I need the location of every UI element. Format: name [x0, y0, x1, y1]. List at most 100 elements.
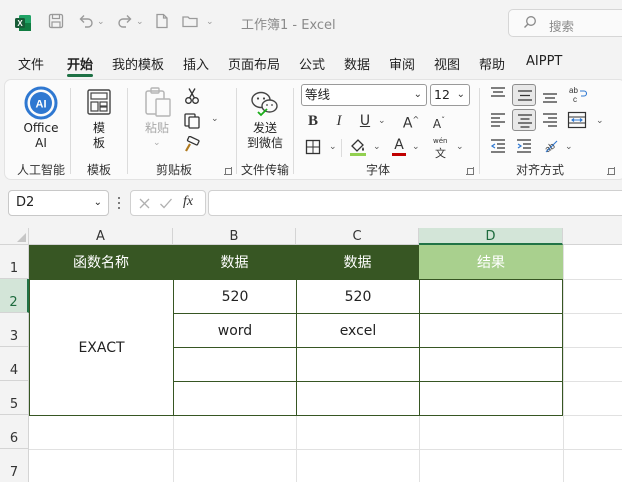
decrease-font-size-icon[interactable]: Aˇ [430, 112, 448, 133]
font-color-icon[interactable]: A [392, 137, 406, 156]
italic-icon[interactable]: I [332, 112, 346, 130]
svg-text:ab: ab [569, 86, 578, 95]
cell-d1[interactable]: 结果 [419, 245, 563, 279]
row-header-1[interactable]: 1 [0, 245, 29, 279]
menu-view[interactable]: 视图 [434, 54, 460, 73]
align-bottom-icon[interactable] [541, 88, 559, 104]
align-middle-button[interactable] [512, 84, 536, 106]
fill-color-dropdown-icon[interactable]: ⌄ [373, 142, 381, 152]
menu-my-templates[interactable]: 我的模板 [112, 54, 164, 73]
menu-home[interactable]: 开始 [67, 54, 93, 73]
row-header-2[interactable]: 2 [0, 279, 29, 313]
orientation-dropdown-icon[interactable]: ⌄ [565, 142, 573, 152]
column-header-a[interactable]: A [29, 228, 173, 245]
alignment-launcher-icon[interactable] [607, 167, 615, 175]
row-header-4[interactable]: 4 [0, 347, 29, 381]
svg-text:AI: AI [36, 99, 47, 111]
menu-aippt[interactable]: AIPPT [526, 54, 562, 69]
cancel-icon[interactable] [138, 197, 151, 210]
copy-dropdown-icon[interactable]: ⌄ [211, 114, 219, 124]
increase-indent-icon[interactable] [515, 138, 533, 154]
cell-d3[interactable] [419, 313, 563, 348]
column-header-c[interactable]: C [296, 228, 419, 245]
row-header-6[interactable]: 6 [0, 415, 29, 449]
merge-dropdown-icon[interactable]: ⌄ [596, 116, 604, 126]
cell-c3[interactable]: excel [296, 313, 420, 348]
copy-icon[interactable] [183, 112, 201, 130]
ribbon-separator [479, 88, 480, 174]
decrease-indent-icon[interactable] [489, 138, 507, 154]
font-size-select[interactable]: 12 ⌄ [430, 84, 470, 106]
menu-formulas[interactable]: 公式 [299, 54, 325, 73]
cell-b3[interactable]: word [173, 313, 297, 348]
cell-d5[interactable] [419, 381, 563, 416]
borders-icon[interactable] [305, 139, 321, 155]
office-ai-label: Office AI [23, 121, 59, 150]
formula-input[interactable] [208, 190, 622, 216]
cell-b1[interactable]: 数据 [173, 245, 296, 279]
cell-a1[interactable]: 函数名称 [29, 245, 173, 279]
align-middle-icon [518, 90, 532, 101]
undo-dropdown-icon[interactable]: ⌄ [97, 17, 105, 27]
row-header-3[interactable]: 3 [0, 313, 29, 347]
open-folder-icon[interactable] [180, 12, 200, 32]
increase-font-size-icon[interactable]: A^ [402, 111, 420, 133]
menu-help[interactable]: 帮助 [479, 54, 505, 73]
cell-c4[interactable] [296, 347, 420, 382]
fill-color-icon[interactable] [348, 137, 368, 157]
new-file-icon[interactable] [152, 12, 172, 32]
search-box[interactable]: 搜索 [508, 9, 622, 37]
wrap-text-icon[interactable]: ab c [568, 85, 588, 105]
save-icon[interactable] [46, 12, 66, 32]
redo-icon[interactable] [115, 12, 135, 32]
column-header-b[interactable]: B [173, 228, 296, 245]
orientation-icon[interactable]: ab [542, 136, 560, 154]
cell-d4[interactable] [419, 347, 563, 382]
align-right-icon[interactable] [541, 112, 559, 128]
align-top-icon[interactable] [489, 86, 507, 102]
menu-review[interactable]: 审阅 [389, 54, 415, 73]
column-header-d[interactable]: D [419, 228, 563, 245]
ribbon-separator [236, 88, 237, 174]
align-left-icon[interactable] [489, 112, 507, 128]
underline-icon[interactable]: U [358, 112, 372, 130]
row-header-5[interactable]: 5 [0, 381, 29, 415]
cell-c2[interactable]: 520 [296, 279, 420, 314]
cell-a2-merged[interactable]: EXACT [29, 279, 174, 416]
cell-b4[interactable] [173, 347, 297, 382]
cut-icon[interactable] [184, 87, 200, 105]
menu-insert[interactable]: 插入 [183, 54, 209, 73]
phonetic-dropdown-icon[interactable]: ⌄ [456, 142, 464, 152]
font-color-dropdown-icon[interactable]: ⌄ [412, 142, 420, 152]
paste-dropdown-icon[interactable]: ⌄ [153, 138, 161, 148]
menu-file[interactable]: 文件 [18, 54, 44, 73]
select-all-corner[interactable] [0, 228, 29, 245]
cell-c1[interactable]: 数据 [296, 245, 419, 279]
clipboard-launcher-icon[interactable] [224, 167, 232, 175]
paste-icon [145, 87, 171, 117]
more-options-icon[interactable] [116, 195, 122, 211]
undo-icon[interactable] [76, 12, 96, 32]
bold-icon[interactable]: B [306, 112, 320, 130]
cell-b2[interactable]: 520 [173, 279, 297, 314]
font-name-select[interactable]: 等线 ⌄ [301, 84, 427, 106]
align-center-button[interactable] [512, 109, 536, 131]
column-header-e[interactable] [563, 228, 622, 245]
enter-icon[interactable] [159, 197, 173, 210]
font-size-value: 12 [434, 87, 450, 102]
menu-data[interactable]: 数据 [344, 54, 370, 73]
insert-function-icon[interactable]: fx [183, 194, 193, 210]
cell-d2[interactable] [419, 279, 563, 314]
underline-dropdown-icon[interactable]: ⌄ [378, 116, 386, 126]
name-box[interactable]: D2 ⌄ [8, 190, 109, 216]
row-header-7[interactable]: 7 [0, 449, 29, 482]
cell-b5[interactable] [173, 381, 297, 416]
borders-dropdown-icon[interactable]: ⌄ [329, 142, 337, 152]
redo-dropdown-icon[interactable]: ⌄ [136, 17, 144, 27]
cell-c5[interactable] [296, 381, 420, 416]
format-painter-icon[interactable] [183, 136, 201, 154]
font-launcher-icon[interactable] [466, 167, 474, 175]
merge-center-icon[interactable] [567, 111, 587, 129]
menu-page-layout[interactable]: 页面布局 [228, 54, 280, 73]
customize-toolbar-icon[interactable]: ⌄ [206, 17, 214, 27]
